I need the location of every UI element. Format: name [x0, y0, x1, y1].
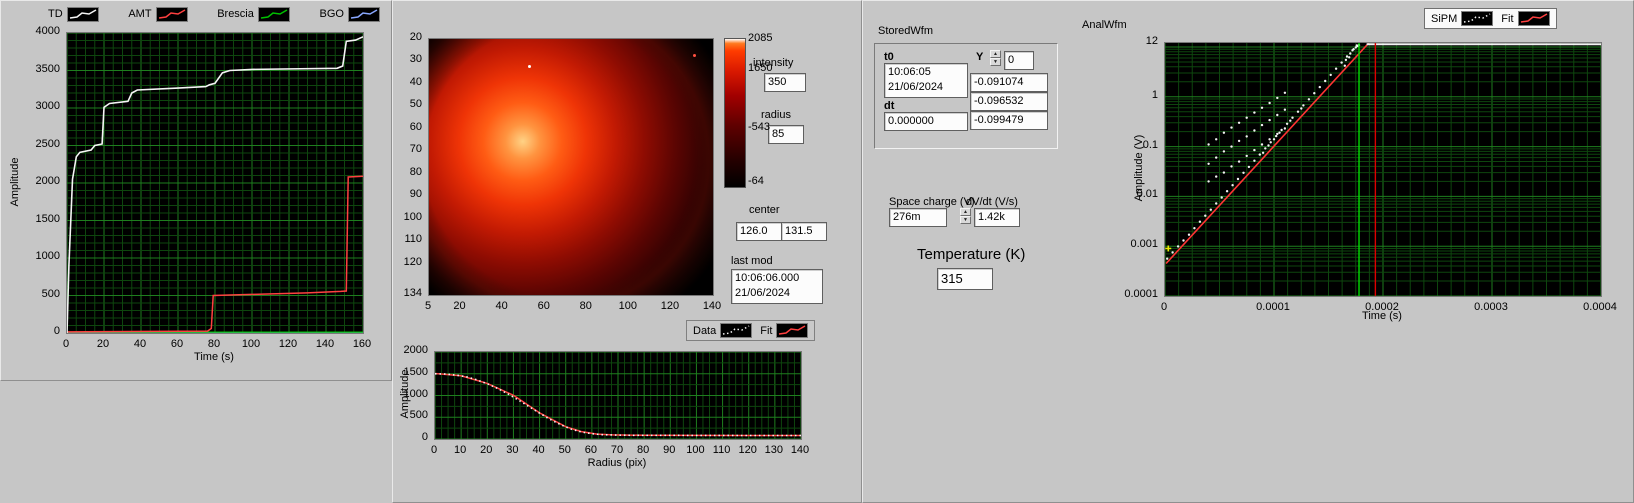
td-waveform-chart[interactable] [66, 32, 364, 334]
radial-chart-legend: Data Fit [686, 320, 815, 341]
td-chart-y-axis-label: Amplitude [9, 158, 21, 207]
legend-label: SiPM [1431, 13, 1457, 25]
y-array-value-0[interactable]: -0.091074 [970, 73, 1048, 92]
radius-value[interactable]: 85 [768, 125, 804, 144]
y-array-value-1[interactable]: -0.096532 [970, 92, 1048, 111]
lastmod-value[interactable]: 10:06:06.000 21/06/2024 [731, 269, 823, 304]
legend-item-fit[interactable]: Fit [760, 323, 808, 338]
legend-line-sample-icon [156, 7, 188, 22]
legend-item-brescia[interactable]: Brescia [217, 7, 290, 22]
center-label: center [749, 204, 780, 216]
legend-item-bgo[interactable]: BGO [320, 7, 380, 22]
legend-item-sipm[interactable]: SiPM [1431, 11, 1493, 26]
spin-down-icon[interactable]: ▼ [990, 58, 1001, 66]
spin-down-icon[interactable]: ▼ [960, 216, 971, 224]
analwfm-legend: SiPM Fit [1424, 8, 1557, 29]
dt-label: dt [884, 100, 894, 112]
legend-label: Data [693, 325, 716, 337]
temperature-value[interactable]: 315 [937, 268, 993, 290]
center-y-value[interactable]: 131.5 [781, 222, 827, 241]
legend-label: Brescia [217, 8, 254, 20]
legend-item-td[interactable]: TD [48, 7, 99, 22]
t0-label: t0 [884, 51, 894, 63]
analwfm-x-axis-label: Time (s) [1362, 310, 1402, 322]
spin-up-icon[interactable]: ▲ [990, 50, 1001, 58]
legend-item-amt[interactable]: AMT [128, 7, 187, 22]
legend-line-sample-icon [67, 7, 99, 22]
storedwfm-label: StoredWfm [878, 25, 933, 37]
temperature-label: Temperature (K) [917, 246, 1025, 263]
legend-label: AMT [128, 8, 151, 20]
hot-pixel [528, 65, 531, 68]
td-chart-legend: TD AMT Brescia BGO [48, 5, 380, 23]
legend-line-sample-icon [776, 323, 808, 338]
dvdt-value[interactable]: 1.42k [974, 208, 1020, 227]
dt-value[interactable]: 0.000000 [884, 112, 968, 131]
legend-label: TD [48, 8, 63, 20]
legend-label: Fit [760, 325, 772, 337]
lastmod-label: last mod [731, 255, 773, 267]
intensity-value[interactable]: 350 [764, 73, 806, 92]
hot-pixel [693, 54, 696, 57]
y-array-value-2[interactable]: -0.099479 [970, 111, 1048, 130]
analwfm-label: AnalWfm [1082, 19, 1127, 31]
legend-item-data[interactable]: Data [693, 323, 752, 338]
dvdt-label: dV/dt (V/s) [966, 196, 1018, 208]
legend-line-sample-icon [1461, 11, 1493, 26]
y-index-value[interactable]: 0 [1004, 51, 1034, 70]
analwfm-y-axis-label: Amplitude (V) [1133, 135, 1145, 202]
color-ramp[interactable] [724, 38, 746, 188]
space-charge-value[interactable]: 276m [889, 208, 947, 227]
y-index-spinner[interactable]: ▲ ▼ [990, 50, 1001, 66]
legend-line-sample-icon [1518, 11, 1550, 26]
radial-chart-y-axis-label: Amplitude [399, 370, 411, 419]
analwfm-graph[interactable] [1164, 42, 1602, 297]
legend-label: Fit [1501, 13, 1513, 25]
center-x-value[interactable]: 126.0 [736, 222, 782, 241]
legend-line-sample-icon [258, 7, 290, 22]
td-chart-x-axis-label: Time (s) [194, 351, 234, 363]
radial-chart-x-axis-label: Radius (pix) [588, 457, 647, 469]
t0-value[interactable]: 10:06:05 21/06/2024 [884, 63, 968, 98]
intensity-label: intensity [753, 57, 793, 69]
spin-up-icon[interactable]: ▲ [960, 208, 971, 216]
legend-line-sample-icon [720, 323, 752, 338]
dvdt-spinner[interactable]: ▲ ▼ [960, 208, 971, 224]
intensity-graph[interactable] [428, 38, 714, 296]
y-array-label: Y [976, 51, 983, 63]
legend-line-sample-icon [348, 7, 380, 22]
legend-label: BGO [320, 8, 344, 20]
space-charge-label: Space charge (V) [889, 196, 975, 208]
legend-item-fit[interactable]: Fit [1501, 11, 1549, 26]
radius-label: radius [761, 109, 791, 121]
radial-profile-chart[interactable] [434, 351, 802, 440]
